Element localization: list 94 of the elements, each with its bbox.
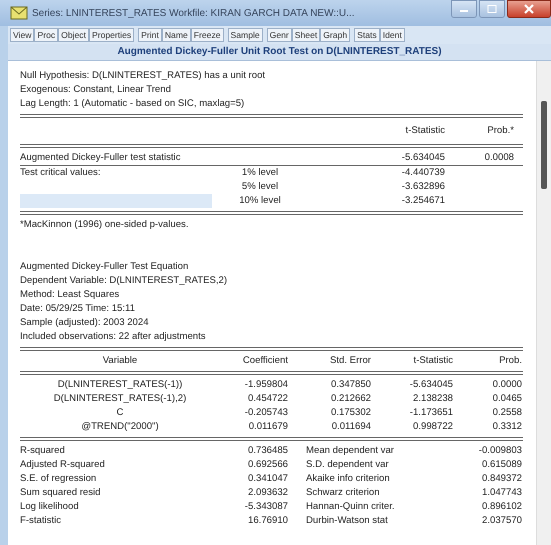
maximize-icon (487, 5, 497, 13)
table-cell-text: 0.0008 (484, 151, 514, 165)
close-icon (524, 4, 534, 14)
toolbar-button[interactable]: Name (162, 28, 191, 42)
table-cell-text: 0.615089 (480, 458, 522, 472)
table-cell-text: F-statistic (20, 514, 62, 528)
info-line: Method: Least Squares (20, 288, 120, 302)
output-heading: Augmented Dickey-Fuller Unit Root Test on D(LNINTEREST_RATES) (8, 44, 551, 61)
toolbar-button[interactable]: Proc (34, 28, 58, 42)
scrollbar-thumb[interactable] (541, 101, 547, 189)
table-cell-text: -3.632896 (400, 180, 445, 194)
table-cell-text: 0.3312 (492, 420, 522, 434)
table-cell-text: 0.692566 (246, 458, 288, 472)
table-cell-text: Hannan-Quinn criter. (305, 500, 396, 514)
table-cell-text: -0.205743 (244, 406, 288, 420)
table-cell-text: 2.093632 (246, 486, 288, 500)
table-cell-text: 0.011694 (330, 420, 371, 434)
table-cell-text: @TREND("2000") (80, 420, 160, 434)
table-cell-text: Log likelihood (20, 500, 80, 514)
table-cell-text: 0.454722 (246, 392, 288, 406)
table-cell-text: 0.212662 (330, 392, 371, 406)
table-cell-text: -4.440739 (400, 166, 445, 180)
table-cell-text: 10% level (238, 194, 282, 208)
envelope-icon (10, 6, 28, 20)
toolbar-button[interactable]: Stats (354, 28, 380, 42)
column-header: t-Statistic (412, 354, 453, 368)
minimize-button[interactable] (451, 0, 477, 18)
table-cell-text: D(LNINTEREST_RATES(-1),2) (52, 392, 188, 406)
table-cell-text: 0.011679 (248, 420, 288, 434)
footnote: *MacKinnon (1996) one-sided p-values. (20, 218, 190, 232)
table-cell-text: -1.959804 (244, 378, 288, 392)
table-cell-text: S.E. of regression (20, 472, 98, 486)
column-header: t-Statistic (404, 124, 445, 138)
table-cell-text: 0.2558 (492, 406, 522, 420)
table-cell-text: -3.254671 (400, 194, 445, 208)
table-cell-text: -0.009803 (478, 444, 522, 458)
info-line: Null Hypothesis: D(LNINTEREST_RATES) has a unit root (20, 69, 266, 83)
table-cell-text: -1.173651 (408, 406, 453, 420)
table-cell-text: Adjusted R-squared (20, 458, 106, 472)
window-title: Series: LNINTEREST_RATES Workfile: KIRAN GARCH DATA NEW::U... (32, 8, 356, 18)
toolbar-button[interactable]: Freeze (190, 28, 224, 42)
table-cell-text: -5.634045 (408, 378, 453, 392)
maximize-button[interactable] (479, 0, 505, 18)
column-header: Prob. (498, 354, 522, 368)
table-cell-text: Akaike info criterion (305, 472, 391, 486)
toolbar-button[interactable]: Graph (320, 28, 350, 42)
column-header: Coefficient (242, 354, 288, 368)
toolbar-button[interactable]: Genr (266, 28, 292, 42)
table-cell-text: 2.037570 (480, 514, 522, 528)
info-line: Exogenous: Constant, Linear Trend (20, 83, 172, 97)
table-cell-text: 16.76910 (246, 514, 288, 528)
scrollbar[interactable] (536, 61, 551, 545)
table-cell-text: S.D. dependent var (305, 458, 390, 472)
toolbar-button[interactable]: Sheet (292, 28, 320, 42)
toolbar-button[interactable]: Ident (380, 28, 405, 42)
table-cell-text: -5.343087 (244, 500, 288, 514)
table-cell-text: 1.047743 (480, 486, 522, 500)
table-cell-text: 0.341047 (246, 472, 288, 486)
toolbar-button[interactable]: Print (138, 28, 162, 42)
table-cell-text: 2.138238 (412, 392, 453, 406)
table-cell-text: -5.634045 (400, 151, 445, 165)
toolbar-button[interactable]: Properties (89, 28, 134, 42)
table-cell-text: Test critical values: (20, 166, 102, 180)
table-cell-text: 5% level (240, 180, 280, 194)
info-line: Included observations: 22 after adjustments (20, 330, 207, 344)
table-cell-text: 0.0000 (492, 378, 522, 392)
column-header: Variable (102, 354, 138, 368)
table-cell-text: 0.896102 (480, 500, 522, 514)
table-cell-text: 0.849372 (480, 472, 522, 486)
info-line: Augmented Dickey-Fuller Test Equation (20, 260, 190, 274)
table-cell-text: 0.175302 (330, 406, 371, 420)
table-cell-text: Durbin-Watson stat (305, 514, 389, 528)
table-cell-text: Sum squared resid (20, 486, 102, 500)
table-cell-text: 0.347850 (330, 378, 371, 392)
table-cell-text: 0.736485 (246, 444, 288, 458)
info-line: Date: 05/29/25 Time: 15:11 (20, 302, 136, 316)
table-cell-text: Schwarz criterion (305, 486, 381, 500)
table-cell-text: 0.0465 (492, 392, 522, 406)
toolbar-button[interactable]: Sample (228, 28, 263, 42)
table-cell-text: D(LNINTEREST_RATES(-1)) (56, 378, 184, 392)
table-cell-text: R-squared (20, 444, 66, 458)
info-line: Sample (adjusted): 2003 2024 (20, 316, 150, 330)
toolbar-button[interactable]: Object (58, 28, 89, 42)
table-cell-text: C (116, 406, 124, 420)
table-cell-text: 0.998722 (412, 420, 453, 434)
close-button[interactable] (507, 0, 551, 18)
info-line: Lag Length: 1 (Automatic - based on SIC, maxlag=5) (20, 97, 246, 111)
table-cell-text: Mean dependent var (305, 444, 396, 458)
info-line: Dependent Variable: D(LNINTEREST_RATES,2) (20, 274, 228, 288)
column-header: Prob.* (486, 124, 514, 138)
toolbar-button[interactable]: View (10, 28, 34, 42)
column-header: Std. Error (328, 354, 371, 368)
table-cell-text: Augmented Dickey-Fuller test statistic (20, 151, 182, 165)
table-cell-text: 1% level (240, 166, 280, 180)
